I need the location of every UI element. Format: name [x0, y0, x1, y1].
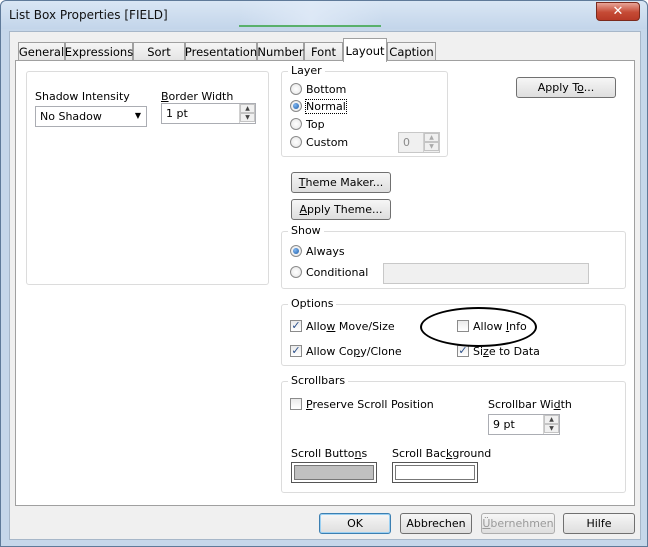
tab-caption[interactable]: Caption: [387, 42, 436, 61]
apply-theme-button[interactable]: Apply Theme...: [291, 199, 391, 220]
show-conditional-radio[interactable]: [290, 266, 302, 278]
show-always-radio[interactable]: [290, 245, 302, 257]
layer-group: Layer Bottom Normal Top Custom 0 ▲ ▼: [281, 64, 448, 157]
preserve-scroll-label: Preserve Scroll Position: [306, 398, 434, 411]
scrollbars-group: Scrollbars Preserve Scroll Position Scro…: [281, 374, 626, 493]
show-always-label: Always: [306, 245, 345, 258]
shadow-border-group: Shadow Intensity No Shadow ▼ Border Widt…: [26, 71, 269, 285]
layer-top-radio[interactable]: [290, 118, 302, 130]
allow-copy-clone-label: Allow Copy/Clone: [306, 345, 402, 358]
show-conditional-label: Conditional: [306, 266, 369, 279]
scroll-background-color: [395, 465, 475, 480]
show-group-label: Show: [288, 224, 324, 237]
spin-up-icon[interactable]: ▲: [240, 104, 255, 113]
layout-panel: Shadow Intensity No Shadow ▼ Border Widt…: [15, 60, 635, 506]
tab-layout[interactable]: Layout: [343, 38, 387, 62]
close-button[interactable]: ✕: [596, 2, 640, 21]
layer-bottom-label: Bottom: [306, 83, 347, 96]
layer-normal-radio[interactable]: [290, 100, 302, 112]
preserve-scroll-checkbox[interactable]: [290, 398, 302, 410]
cancel-button[interactable]: Abbrechen: [400, 513, 472, 534]
size-to-data-checkbox[interactable]: ✓: [457, 345, 469, 357]
layer-bottom-radio[interactable]: [290, 83, 302, 95]
tab-presentation[interactable]: Presentation: [185, 42, 257, 61]
close-icon: ✕: [612, 4, 624, 19]
scrollbars-group-label: Scrollbars: [288, 374, 349, 387]
scrollbar-width-label: Scrollbar Width: [488, 398, 572, 411]
layer-top-label: Top: [306, 118, 325, 131]
scroll-buttons-label: Scroll Buttons: [291, 447, 368, 460]
allow-copy-clone-checkbox[interactable]: ✓: [290, 345, 302, 357]
layer-custom-radio[interactable]: [290, 136, 302, 148]
scroll-background-color-swatch[interactable]: [392, 462, 478, 483]
tab-general[interactable]: General: [18, 42, 65, 61]
theme-maker-button[interactable]: Theme Maker...: [291, 172, 391, 193]
annotation-ellipse: [420, 307, 537, 347]
scroll-background-label: Scroll Background: [392, 447, 492, 460]
ok-button[interactable]: OK: [319, 513, 391, 534]
tab-font[interactable]: Font: [304, 42, 343, 61]
layer-normal-label: Normal: [305, 99, 347, 114]
spin-up-icon[interactable]: ▲: [424, 133, 439, 142]
shadow-intensity-label: Shadow Intensity: [35, 90, 130, 103]
scroll-buttons-color: [294, 465, 374, 480]
tab-number[interactable]: Number: [257, 42, 304, 61]
shadow-intensity-dropdown[interactable]: No Shadow ▼: [35, 106, 147, 127]
scrollbar-width-spinner[interactable]: ▲ ▼: [543, 415, 559, 434]
tab-sort[interactable]: Sort: [133, 42, 185, 61]
layer-custom-spinner[interactable]: ▲ ▼: [423, 133, 439, 152]
border-width-label: Border Width: [161, 90, 234, 103]
scroll-buttons-color-swatch[interactable]: [291, 462, 377, 483]
layer-group-label: Layer: [288, 64, 325, 77]
apply-button[interactable]: Übernehmen: [481, 513, 555, 534]
apply-to-button[interactable]: Apply To...: [516, 77, 616, 98]
layer-custom-label: Custom: [306, 136, 349, 149]
tab-expressions[interactable]: Expressions: [65, 42, 133, 61]
title-bar-decoration: [239, 1, 383, 27]
spin-down-icon[interactable]: ▼: [424, 142, 439, 151]
show-condition-input[interactable]: [383, 263, 589, 284]
chevron-down-icon: ▼: [134, 111, 141, 120]
spin-down-icon[interactable]: ▼: [240, 113, 255, 122]
allow-move-size-label: Allow Move/Size: [306, 320, 395, 333]
options-group-label: Options: [288, 297, 337, 310]
border-width-spinner[interactable]: ▲ ▼: [239, 104, 255, 123]
dialog-client: General Expressions Sort Presentation Nu…: [9, 31, 641, 540]
spin-up-icon[interactable]: ▲: [544, 415, 559, 424]
show-group: Show Always Conditional: [281, 224, 626, 289]
title-bar[interactable]: List Box Properties [FIELD] ✕: [1, 1, 647, 29]
allow-move-size-checkbox[interactable]: ✓: [290, 320, 302, 332]
dialog-window: List Box Properties [FIELD] ✕ General Ex…: [0, 0, 648, 547]
spin-down-icon[interactable]: ▼: [544, 424, 559, 433]
help-button[interactable]: Hilfe: [563, 513, 635, 534]
window-title: List Box Properties [FIELD]: [9, 8, 168, 22]
title-bar-highlight: [239, 25, 381, 27]
